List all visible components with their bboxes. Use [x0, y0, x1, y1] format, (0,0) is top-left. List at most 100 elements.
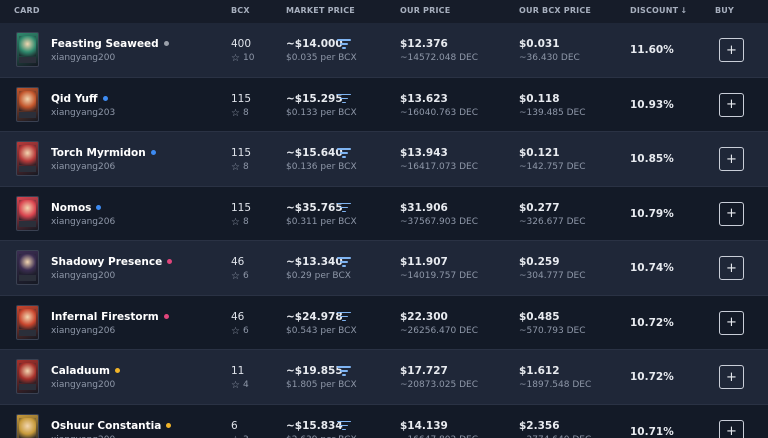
seller-name: xiangyang200 — [51, 380, 116, 390]
card-name-label: Shadowy Presence — [51, 256, 163, 268]
card-nameplate — [19, 57, 36, 63]
market-price-per-bcx: $0.543 per BCX — [286, 325, 357, 336]
card-name[interactable]: Feasting Seaweed — [51, 38, 169, 50]
market-price: ~$35.765 — [286, 201, 343, 214]
our-price: $11.907 — [400, 256, 448, 268]
filter-icon[interactable] — [337, 311, 351, 322]
buy-button[interactable]: + — [719, 256, 744, 280]
card-name-label: Torch Myrmidon — [51, 147, 146, 159]
column-header-our-bcx-price[interactable]: OUR BCX PRICE — [519, 6, 591, 15]
market-price-per-bcx: $0.29 per BCX — [286, 271, 351, 281]
filter-icon[interactable] — [337, 93, 351, 104]
card-name[interactable]: Nomos — [51, 202, 102, 214]
market-price: ~$24.978 — [286, 310, 343, 323]
rarity-dot-icon — [163, 313, 169, 319]
our-price: $31.906 — [400, 201, 448, 214]
buy-button[interactable]: + — [719, 92, 744, 117]
table-row[interactable]: Shadowy Presence xiangyang200 46 ☆ 6 ~$13… — [0, 241, 768, 296]
star-level-value: 4 — [242, 380, 249, 390]
market-price: ~$19.855 — [286, 365, 343, 377]
filter-icon[interactable] — [337, 39, 351, 49]
bcx-value: 115 — [231, 92, 252, 105]
star-icon: ☆ — [231, 325, 240, 337]
discount-value: 10.93% — [630, 98, 674, 111]
column-header-our-price[interactable]: OUR PRICE — [400, 6, 450, 15]
card-name[interactable]: Oshuur Constantia — [51, 420, 172, 432]
column-header-card[interactable]: CARD — [14, 6, 40, 15]
card-name[interactable]: Torch Myrmidon — [51, 147, 156, 159]
card-nameplate — [19, 275, 36, 281]
market-price-per-bcx: $0.035 per BCX — [286, 53, 357, 63]
discount-value: 10.85% — [630, 153, 674, 165]
seller-name: xiangyang200 — [51, 435, 115, 438]
table-row[interactable]: Feasting Seaweed xiangyang200 400 ☆ 10 ~$… — [0, 23, 768, 78]
filter-icon[interactable] — [337, 257, 351, 267]
our-price: $12.376 — [400, 38, 448, 50]
table-row[interactable]: Torch Myrmidon xiangyang206 115 ☆ 8 ~$15.… — [0, 132, 768, 187]
card-name[interactable]: Infernal Firestorm — [51, 311, 169, 323]
card-thumbnail[interactable] — [16, 141, 39, 176]
bcx-value: 11 — [231, 365, 245, 377]
star-level-value: 6 — [242, 271, 249, 281]
our-price: $13.623 — [400, 92, 448, 105]
filter-icon[interactable] — [337, 202, 351, 213]
card-name[interactable]: Qid Yuff — [51, 93, 108, 105]
table-row[interactable]: Qid Yuff xiangyang203 115 ☆ 8 ~$15.295 $0… — [0, 77, 768, 132]
card-thumbnail[interactable] — [16, 359, 39, 394]
our-bcx-price-dec: ~2774.640 DEC — [519, 435, 591, 438]
our-bcx-price-dec: ~142.757 DEC — [519, 162, 586, 172]
star-level-value: 8 — [242, 216, 249, 227]
card-thumbnail[interactable] — [16, 250, 39, 285]
buy-button[interactable]: + — [719, 310, 744, 335]
card-thumbnail[interactable] — [16, 32, 39, 67]
card-thumbnail[interactable] — [16, 195, 39, 231]
rarity-dot-icon — [114, 368, 120, 373]
our-bcx-price-dec: ~36.430 DEC — [519, 53, 580, 63]
card-art-image — [19, 90, 36, 111]
market-price-per-bcx: $2.639 per BCX — [286, 435, 357, 438]
column-header-discount[interactable]: DISCOUNT ↓ — [630, 6, 687, 15]
card-thumbnail[interactable] — [16, 413, 39, 438]
discount-value: 10.71% — [630, 425, 674, 438]
buy-button[interactable]: + — [719, 147, 744, 171]
card-art-image — [19, 417, 36, 438]
filter-icon[interactable] — [337, 420, 351, 431]
sort-descending-icon[interactable]: ↓ — [680, 6, 687, 15]
buy-button[interactable]: + — [719, 38, 744, 62]
card-art-image — [19, 145, 36, 165]
market-price: ~$13.340 — [286, 256, 343, 268]
filter-icon[interactable] — [337, 366, 351, 376]
star-icon: ☆ — [231, 107, 240, 119]
card-name[interactable]: Caladuum — [51, 365, 120, 377]
bcx-value: 115 — [231, 147, 252, 159]
our-price-dec: ~16417.073 DEC — [400, 162, 478, 172]
column-header-bcx[interactable]: BCX — [231, 6, 250, 15]
card-nameplate — [19, 166, 36, 172]
discount-value: 10.72% — [630, 316, 674, 329]
table-row[interactable]: Nomos xiangyang206 115 ☆ 8 ~$35.765 $0.31… — [0, 186, 768, 241]
card-art-image — [19, 254, 36, 274]
card-art-image — [19, 363, 36, 383]
card-thumbnail[interactable] — [16, 86, 39, 122]
bcx-value: 115 — [231, 201, 252, 214]
star-level-value: 6 — [242, 325, 249, 336]
market-price: ~$15.834 — [286, 419, 343, 432]
buy-button[interactable]: + — [719, 201, 744, 226]
table-row[interactable]: Caladuum xiangyang200 11 ☆ 4 ~$19.855 $1.… — [0, 350, 768, 405]
star-level: ☆ 6 — [231, 271, 249, 282]
card-name[interactable]: Shadowy Presence — [51, 256, 173, 268]
filter-icon[interactable] — [337, 148, 351, 158]
our-price-dec: ~20873.025 DEC — [400, 380, 478, 390]
buy-button[interactable]: + — [719, 365, 744, 389]
card-nameplate — [19, 220, 36, 227]
buy-button[interactable]: + — [719, 419, 744, 438]
table-row[interactable]: Oshuur Constantia xiangyang200 6 ☆3 ~$15… — [0, 404, 768, 438]
table-row[interactable]: Infernal Firestorm xiangyang206 46 ☆ 6 ~$… — [0, 295, 768, 350]
card-thumbnail[interactable] — [16, 304, 39, 340]
column-header-market-price[interactable]: MARKET PRICE — [286, 6, 355, 15]
market-price-per-bcx: $0.311 per BCX — [286, 216, 357, 227]
table-header: CARD BCX MARKET PRICE OUR PRICE OUR BCX … — [0, 0, 768, 23]
seller-name: xiangyang206 — [51, 216, 116, 227]
market-price: ~$15.640 — [286, 147, 343, 159]
our-price: $13.943 — [400, 147, 448, 159]
